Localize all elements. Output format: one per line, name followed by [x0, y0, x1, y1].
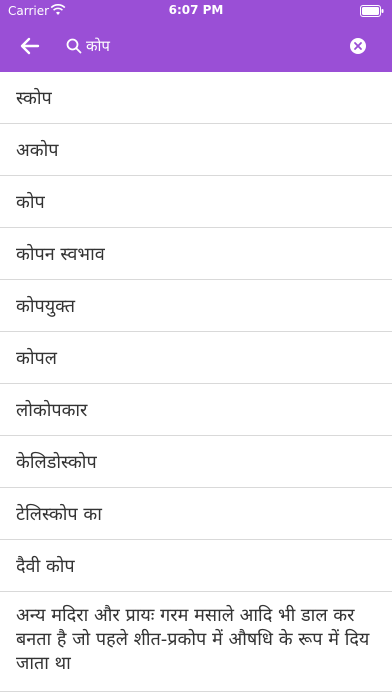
search-icon — [66, 38, 82, 54]
list-item[interactable]: टेलिस्कोप का — [0, 488, 392, 540]
list-item[interactable]: कोपल — [0, 332, 392, 384]
search-input[interactable] — [86, 34, 336, 58]
list-item[interactable]: अकोप — [0, 124, 392, 176]
battery-icon — [360, 5, 384, 17]
list-item[interactable]: कोप — [0, 176, 392, 228]
back-arrow-icon[interactable] — [12, 32, 46, 60]
list-item[interactable]: लोकोपकार — [0, 384, 392, 436]
list-item[interactable]: कोपन स्वभाव — [0, 228, 392, 280]
list-item[interactable]: केलिडोस्कोप — [0, 436, 392, 488]
list-item[interactable]: दैवी कोप — [0, 540, 392, 592]
clear-icon[interactable] — [348, 36, 368, 56]
list-item[interactable]: कोपयुक्त — [0, 280, 392, 332]
results-list: स्कोप अकोप कोप कोपन स्वभाव कोपयुक्त कोपल… — [0, 72, 392, 692]
list-item[interactable]: स्कोप — [0, 72, 392, 124]
clock: 6:07 PM — [168, 3, 224, 17]
list-item[interactable]: अन्य मदिरा और प्रायः गरम मसाले आदि भी डा… — [0, 592, 392, 692]
status-bar: Carrier 6:07 PM — [0, 0, 392, 22]
search-bar — [0, 22, 392, 72]
app-header: Carrier 6:07 PM — [0, 0, 392, 72]
